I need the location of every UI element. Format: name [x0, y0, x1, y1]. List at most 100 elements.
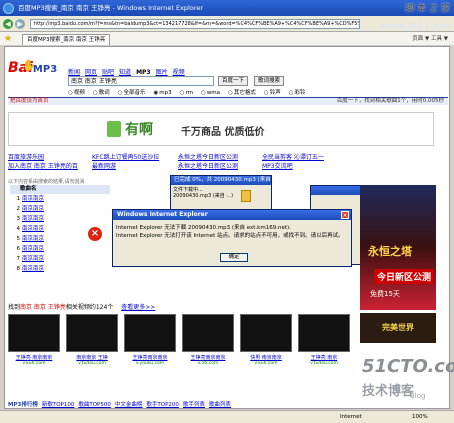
- format-radio-label: 其它格式: [233, 90, 256, 96]
- hot-chart-bar: MP3排行榜 新歌TOP100 歌曲TOP500 中文金曲榜 歌手TOP200 歌手列表歌…: [8, 400, 235, 408]
- video-caption[interactable]: 南京南京 王铮: [66, 354, 118, 361]
- video-thumbnail[interactable]: [298, 314, 350, 352]
- format-radio-6[interactable]: ○其它格式: [228, 90, 260, 96]
- format-radio-2[interactable]: ○全部音乐: [118, 90, 150, 96]
- radio-icon[interactable]: ○: [118, 90, 123, 96]
- hot-chart-link[interactable]: 中文金曲榜: [115, 402, 143, 408]
- radio-icon[interactable]: ◉: [153, 90, 158, 96]
- row-number: 2: [16, 206, 21, 212]
- error-icon: ×: [88, 227, 102, 241]
- forward-icon[interactable]: ▶: [15, 19, 25, 29]
- video-thumbnail[interactable]: [182, 314, 234, 352]
- hot-chart-link[interactable]: 歌手TOP200: [146, 402, 179, 408]
- star-icon[interactable]: ★: [4, 34, 12, 44]
- set-homepage-link[interactable]: 把百度设为首页: [10, 98, 49, 104]
- side-ad-free: 免费15天: [370, 290, 400, 298]
- zoom-level[interactable]: 100%: [412, 411, 428, 423]
- game-side-ad[interactable]: 永恒之塔 今日新区公测 免费15天: [360, 185, 436, 310]
- format-radio-1[interactable]: ○歌词: [93, 90, 114, 96]
- watermark-tech-blog: 技术博客: [362, 384, 415, 399]
- video-caption[interactable]: 王铮亮 南京: [298, 354, 350, 361]
- video-thumbnails: 王铮亮 南京南京 v.ku6.com 南京南京 王铮 v.tudou.com 王铮亮南京…: [8, 314, 358, 366]
- side-ad-title: 永恒之塔: [368, 245, 412, 258]
- notice-text: 以下内容系由搜索的结果,请勿混淆: [8, 179, 85, 185]
- video-title-query: 南京 南京 王铮亮: [20, 304, 66, 311]
- link-4[interactable]: 全民当剪客 沁谭订五一: [262, 152, 324, 161]
- radio-icon[interactable]: ○: [289, 90, 294, 96]
- format-radio-3[interactable]: ◉mp3: [153, 90, 175, 96]
- song-link[interactable]: 南京南京: [22, 216, 44, 222]
- hot-chart-link[interactable]: 新歌TOP100: [42, 402, 75, 408]
- row-number: 1: [16, 196, 21, 202]
- song-link[interactable]: 南京南京: [22, 206, 44, 212]
- format-radio-0[interactable]: ○视频: [68, 90, 89, 96]
- download-progress-dialog[interactable]: 已完成 0%，共 20090430.mp3 (来自 ... 文件下载中... 2…: [170, 175, 272, 211]
- hot-chart-link[interactable]: 歌手列表: [183, 402, 205, 408]
- song-link[interactable]: 南京南京: [22, 246, 44, 252]
- video-thumbnail[interactable]: [8, 314, 60, 352]
- more-videos-link[interactable]: 查看更多>>: [121, 304, 155, 311]
- song-link[interactable]: 南京南京: [22, 266, 44, 272]
- song-link[interactable]: 南京南京: [22, 196, 44, 202]
- youa-banner-ad[interactable]: 有啊 千万商品 优质低价: [8, 112, 434, 146]
- search-button[interactable]: 百度一下: [218, 76, 249, 86]
- lyrics-search-button[interactable]: 歌词搜索: [254, 76, 285, 86]
- radio-icon[interactable]: ○: [93, 90, 98, 96]
- link-7[interactable]: 永恒之塔今日新区公测: [178, 161, 238, 170]
- table-row: 3 南京南京: [10, 214, 110, 224]
- video-thumbnail[interactable]: [240, 314, 292, 352]
- video-caption[interactable]: 王铮亮南京南京: [124, 354, 176, 361]
- baidu-mp3-logo[interactable]: BaiMP3: [8, 60, 64, 82]
- song-link[interactable]: 南京南京: [22, 226, 44, 232]
- song-link[interactable]: 南京南京: [22, 256, 44, 262]
- format-radio-5[interactable]: ○wma: [201, 90, 224, 96]
- radio-icon[interactable]: ○: [228, 90, 233, 96]
- nav-tab-1[interactable]: 网页: [85, 69, 97, 76]
- radio-icon[interactable]: ○: [180, 90, 185, 96]
- nav-tab-6[interactable]: 视频: [173, 69, 185, 76]
- radio-icon[interactable]: ○: [201, 90, 206, 96]
- search-input[interactable]: 南京 南京 王铮亮: [68, 76, 214, 86]
- hot-chart-link[interactable]: 歌曲TOP500: [78, 402, 111, 408]
- browser-tab[interactable]: 百度MP3搜索_南京 南京 王铮亮: [22, 34, 111, 45]
- link-6[interactable]: 最新网游: [92, 161, 116, 170]
- nav-tab-2[interactable]: 贴吧: [102, 69, 114, 76]
- radio-icon[interactable]: ○: [68, 90, 73, 96]
- link-2[interactable]: KFC跳上订餐再50送沙拉: [92, 152, 159, 161]
- error-line-1: Internet Explorer 无法下载 20090430.mp3 (来自 …: [116, 225, 291, 231]
- video-thumbnail[interactable]: [124, 314, 176, 352]
- hot-chart-link[interactable]: 歌曲列表: [209, 402, 231, 408]
- link-5[interactable]: 加入南京 南京 王铮亮的百: [8, 161, 78, 170]
- table-row: 2 南京南京: [10, 204, 110, 214]
- video-caption[interactable]: 王铮亮 南京南京: [8, 354, 60, 361]
- error-dialog-title: Windows Internet Explorer: [113, 210, 351, 220]
- format-radio-8[interactable]: ○彩铃: [289, 90, 310, 96]
- folder-icon: [241, 190, 251, 202]
- game-side-ad-2[interactable]: 完美世界: [360, 313, 436, 343]
- close-icon[interactable]: ×: [341, 211, 349, 219]
- back-icon[interactable]: ◀: [3, 19, 13, 29]
- download-line-2: 20090430.mp3 (来自 ...): [173, 193, 234, 199]
- format-radio-4[interactable]: ○rm: [180, 90, 197, 96]
- video-caption[interactable]: 王铮亮南京南京: [182, 354, 234, 361]
- download-dialog-title: 已完成 0%，共 20090430.mp3 (来自 ...: [171, 176, 271, 185]
- link-3[interactable]: 永恒之塔今日新区公测: [178, 152, 238, 161]
- window-title-bar: 百度MP3搜索_南京 南京 王铮亮 - Windows Internet Exp…: [0, 0, 454, 16]
- nav-tab-3[interactable]: 知道: [119, 69, 131, 76]
- ok-button[interactable]: 确定: [220, 253, 248, 262]
- link-1[interactable]: 百度旅游乐园: [8, 152, 44, 161]
- format-radio-7[interactable]: ○铃声: [264, 90, 285, 96]
- page-tools-menu[interactable]: 页面 ▼ 工具 ▼: [412, 34, 448, 44]
- link-8[interactable]: MP3交流吧: [262, 161, 293, 170]
- nav-tab-4[interactable]: MP3: [136, 69, 151, 76]
- row-number: 7: [16, 256, 21, 262]
- ad-slogan: 千万商品 优质低价: [181, 127, 265, 138]
- nav-tab-5[interactable]: 图片: [156, 69, 168, 76]
- video-thumbnail[interactable]: [66, 314, 118, 352]
- address-input[interactable]: http://mp3.baidu.com/m?f=ms&tn=baidump3&…: [30, 19, 360, 29]
- video-caption[interactable]: 快男 南京南京: [240, 354, 292, 361]
- nav-tab-0[interactable]: 新闻: [68, 69, 80, 76]
- song-link[interactable]: 南京南京: [22, 236, 44, 242]
- radio-icon[interactable]: ○: [264, 90, 269, 96]
- format-radios: ○视频 ○歌词 ○全部音乐 ◉mp3 ○rm ○wma ○其它格式 ○铃声 ○彩铃: [68, 88, 314, 96]
